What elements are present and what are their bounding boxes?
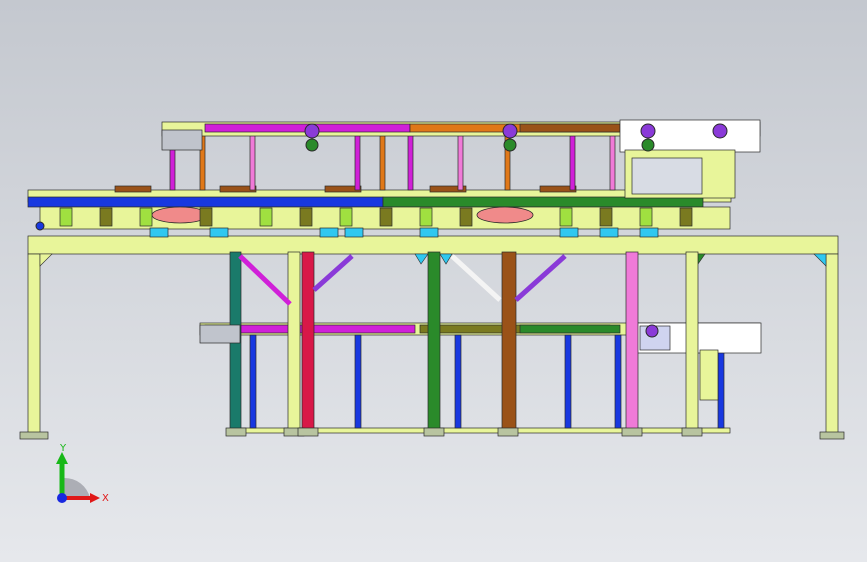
- upper-roller-block-10[interactable]: [559, 207, 573, 227]
- upper-post-6[interactable]: [457, 134, 464, 191]
- post-foot-2[interactable]: [297, 427, 319, 437]
- drive-motor-1[interactable]: [503, 138, 517, 152]
- upper-roller-block-1[interactable]: [99, 207, 113, 227]
- frame-gusset-left[interactable]: [39, 253, 53, 267]
- graphics-viewport[interactable]: Y X: [0, 0, 867, 562]
- cyan-block-2[interactable]: [319, 227, 339, 238]
- lower-frame-blue-post-0[interactable]: [249, 334, 257, 429]
- lower-frame-blue-post-1[interactable]: [354, 334, 362, 429]
- post-foot-6[interactable]: [681, 427, 703, 437]
- post-yellow-right[interactable]: [685, 251, 699, 435]
- cyan-block-6[interactable]: [599, 227, 619, 238]
- post-red[interactable]: [301, 251, 315, 435]
- upper-roller-block-8[interactable]: [419, 207, 433, 227]
- main-frame-top-beam[interactable]: [27, 235, 839, 255]
- pallet-0[interactable]: [114, 185, 152, 193]
- post-foot-5[interactable]: [621, 427, 643, 437]
- drive-gear-3[interactable]: [712, 123, 728, 139]
- lower-left-cylinder[interactable]: [199, 324, 241, 344]
- x-axis-head: [90, 493, 100, 503]
- cyan-block-4[interactable]: [419, 227, 439, 238]
- upper-roller-block-6[interactable]: [339, 207, 353, 227]
- upper-roller-block-13[interactable]: [679, 207, 693, 227]
- upper-platform-green-band[interactable]: [382, 196, 704, 208]
- cyan-block-1[interactable]: [209, 227, 229, 238]
- main-frame-right-foot[interactable]: [819, 431, 845, 440]
- lower-frame-blue-post-2[interactable]: [454, 334, 462, 429]
- cyan-block-7[interactable]: [639, 227, 659, 238]
- upper-roller-block-2[interactable]: [139, 207, 153, 227]
- upper-roller-block-5[interactable]: [299, 207, 313, 227]
- roller-salmon-right[interactable]: [476, 206, 534, 224]
- upper-roller-block-0[interactable]: [59, 207, 73, 227]
- upper-roller-block-3[interactable]: [199, 207, 213, 227]
- brace-magenta-1[interactable]: [238, 254, 292, 306]
- y-axis-label: Y: [59, 443, 67, 454]
- top-drive-inner[interactable]: [631, 157, 703, 195]
- main-frame-right-leg[interactable]: [825, 253, 839, 435]
- upper-roller-block-9[interactable]: [459, 207, 473, 227]
- frame-gusset-mid-1[interactable]: [414, 253, 429, 265]
- z-axis-dot: [57, 493, 67, 503]
- cyan-block-0[interactable]: [149, 227, 169, 238]
- x-axis-label: X: [102, 493, 109, 504]
- upper-roller-block-7[interactable]: [379, 207, 393, 227]
- post-brown[interactable]: [501, 251, 517, 435]
- drive-motor-2[interactable]: [641, 138, 655, 152]
- frame-gusset-mid-2[interactable]: [439, 253, 453, 265]
- drive-gear-0[interactable]: [304, 123, 320, 139]
- lower-frame-blue-post-3[interactable]: [564, 334, 572, 429]
- top-drive-box[interactable]: [619, 119, 761, 153]
- lower-conveyor-green-rail[interactable]: [519, 324, 621, 334]
- upper-post-8[interactable]: [569, 134, 576, 191]
- upper-post-3[interactable]: [354, 134, 361, 191]
- upper-post-9[interactable]: [609, 134, 616, 191]
- coordinate-triad: Y X: [56, 443, 109, 504]
- left-sensor[interactable]: [35, 221, 45, 231]
- triad-arc: [64, 477, 90, 498]
- frame-gusset-right[interactable]: [813, 253, 827, 267]
- cyan-block-5[interactable]: [559, 227, 579, 238]
- post-foot-3[interactable]: [423, 427, 445, 437]
- post-foot-0[interactable]: [225, 427, 247, 437]
- post-foot-4[interactable]: [497, 427, 519, 437]
- brace-purple-2[interactable]: [514, 254, 567, 302]
- post-pink[interactable]: [625, 251, 639, 435]
- roller-salmon-left[interactable]: [151, 206, 209, 224]
- lower-drive-side-plate[interactable]: [699, 349, 719, 401]
- drive-gear-2[interactable]: [640, 123, 656, 139]
- top-rail-brown[interactable]: [519, 123, 621, 133]
- upper-post-2[interactable]: [249, 134, 256, 191]
- cyan-block-3[interactable]: [344, 227, 364, 238]
- upper-post-4[interactable]: [379, 134, 386, 191]
- upper-platform-blue-band[interactable]: [27, 196, 384, 208]
- main-frame-left-leg[interactable]: [27, 253, 41, 435]
- upper-roller-block-4[interactable]: [259, 207, 273, 227]
- lower-drive-gear[interactable]: [645, 324, 659, 338]
- upper-roller-block-11[interactable]: [599, 207, 613, 227]
- drive-gear-1[interactable]: [502, 123, 518, 139]
- post-green[interactable]: [427, 251, 441, 435]
- conveyor-assembly-model[interactable]: [0, 0, 867, 562]
- top-left-cylinder[interactable]: [161, 129, 203, 151]
- post-light-1[interactable]: [287, 251, 301, 435]
- main-frame-left-foot[interactable]: [19, 431, 49, 440]
- brace-purple-1[interactable]: [312, 254, 354, 292]
- lower-frame-blue-post-4[interactable]: [614, 334, 622, 429]
- upper-post-5[interactable]: [407, 134, 414, 191]
- upper-roller-block-12[interactable]: [639, 207, 653, 227]
- brace-white-1[interactable]: [450, 254, 502, 302]
- drive-motor-0[interactable]: [305, 138, 319, 152]
